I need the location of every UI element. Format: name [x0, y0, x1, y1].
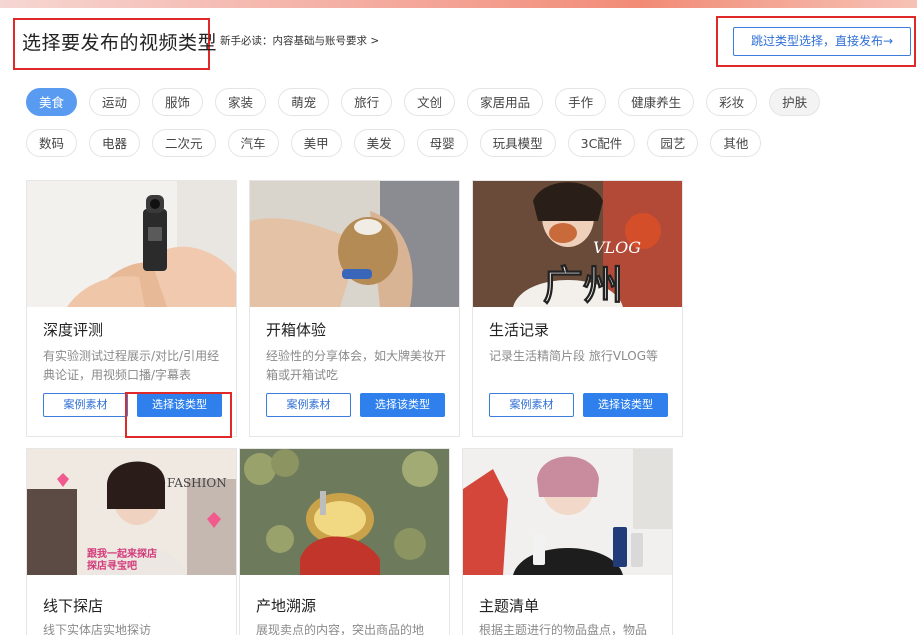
card-theme-list: 主题清单 根据主题进行的物品盘点，物品 — [462, 448, 673, 635]
guangzhou-overlay-text: 广州 — [543, 263, 623, 307]
case-material-button[interactable]: 案例素材 — [43, 393, 128, 417]
category-tag[interactable]: 电器 — [89, 129, 141, 157]
category-tag[interactable]: 二次元 — [152, 129, 216, 157]
card-thumbnail — [463, 449, 672, 575]
category-tag[interactable]: 萌宠 — [278, 88, 330, 116]
category-tag[interactable]: 美发 — [353, 129, 405, 157]
card-title: 主题清单 — [479, 597, 540, 615]
page: 选择要发布的视频类型 新手必读：内容基础与账号要求 > 跳过类型选择，直接发布→… — [0, 8, 917, 635]
card-title: 线下探店 — [43, 597, 104, 615]
category-tag[interactable]: 运动 — [89, 88, 141, 116]
select-highlight-box — [125, 392, 232, 438]
case-material-button[interactable]: 案例素材 — [266, 393, 351, 417]
card-thumbnail — [240, 449, 449, 575]
guide-link[interactable]: 新手必读：内容基础与账号要求 > — [220, 33, 379, 48]
card-offline-shop: FASHION 跟我一起来探店探店寻宝吧 线下探店 线下实体店实地探访 — [26, 448, 237, 635]
select-type-button[interactable]: 选择该类型 — [583, 393, 668, 417]
category-tag[interactable]: 彩妆 — [706, 88, 758, 116]
category-tags: 美食 运动 服饰 家装 萌宠 旅行 文创 家居用品 手作 健康养生 彩妆 护肤 数码 电器 二次元 汽车 美甲… — [26, 88, 906, 170]
category-tag[interactable]: 美食 — [26, 88, 78, 116]
card-thumbnail — [27, 181, 236, 307]
category-tag[interactable]: 文创 — [404, 88, 456, 116]
tag-row-1: 美食 运动 服饰 家装 萌宠 旅行 文创 家居用品 手作 健康养生 彩妆 护肤 — [26, 88, 906, 116]
category-tag[interactable]: 玩具模型 — [479, 129, 556, 157]
category-tag[interactable]: 汽车 — [227, 129, 279, 157]
category-tag[interactable]: 3C配件 — [567, 129, 636, 157]
category-tag[interactable]: 护肤 — [769, 88, 821, 116]
card-thumbnail: FASHION 跟我一起来探店探店寻宝吧 — [27, 449, 236, 575]
card-description: 经验性的分享体会，如大牌美妆开箱或开箱试吃 — [266, 349, 447, 382]
card-description: 展现卖点的内容，突出商品的地 — [256, 623, 425, 635]
select-type-button[interactable]: 选择该类型 — [360, 393, 445, 417]
category-tag[interactable]: 母婴 — [416, 129, 468, 157]
category-tag[interactable]: 旅行 — [341, 88, 393, 116]
card-title: 产地溯源 — [256, 597, 317, 615]
vlog-overlay-text: VLOG — [593, 238, 641, 257]
card-unboxing: 开箱体验 经验性的分享体会，如大牌美妆开箱或开箱试吃 案例素材 选择该类型 — [249, 180, 460, 437]
card-title: 开箱体验 — [266, 321, 327, 339]
skip-type-button[interactable]: 跳过类型选择，直接发布→ — [733, 27, 911, 56]
category-tag[interactable]: 家居用品 — [467, 88, 544, 116]
card-description: 有实验测试过程展示/对比/引用经典论证，用视频口播/字幕表 — [43, 349, 220, 382]
card-origin-trace: 产地溯源 展现卖点的内容，突出商品的地 — [239, 448, 450, 635]
card-title: 生活记录 — [489, 321, 550, 339]
category-tag[interactable]: 其他 — [710, 129, 762, 157]
card-title: 深度评测 — [43, 321, 104, 339]
card-description: 根据主题进行的物品盘点，物品 — [479, 623, 648, 635]
category-tag[interactable]: 园艺 — [647, 129, 699, 157]
category-tag[interactable]: 服饰 — [152, 88, 204, 116]
category-tag[interactable]: 健康养生 — [618, 88, 695, 116]
category-tag[interactable]: 美甲 — [290, 129, 342, 157]
category-tag[interactable]: 数码 — [26, 129, 78, 157]
fashion-overlay-text: FASHION — [167, 476, 227, 490]
tag-row-2: 数码 电器 二次元 汽车 美甲 美发 母婴 玩具模型 3C配件 园艺 其他 — [26, 129, 906, 157]
category-tag[interactable]: 手作 — [555, 88, 607, 116]
category-tag[interactable]: 家装 — [215, 88, 267, 116]
card-description: 记录生活精简片段 旅行VLOG等 — [489, 349, 659, 363]
case-material-button[interactable]: 案例素材 — [489, 393, 574, 417]
card-description: 线下实体店实地探访 — [43, 623, 152, 635]
card-life-record: VLOG 广州 生活记录 记录生活精简片段 旅行VLOG等 案例素材 选择该类型 — [472, 180, 683, 437]
card-thumbnail — [250, 181, 459, 307]
card-thumbnail: VLOG 广州 — [473, 181, 682, 307]
page-title: 选择要发布的视频类型 — [22, 32, 218, 54]
